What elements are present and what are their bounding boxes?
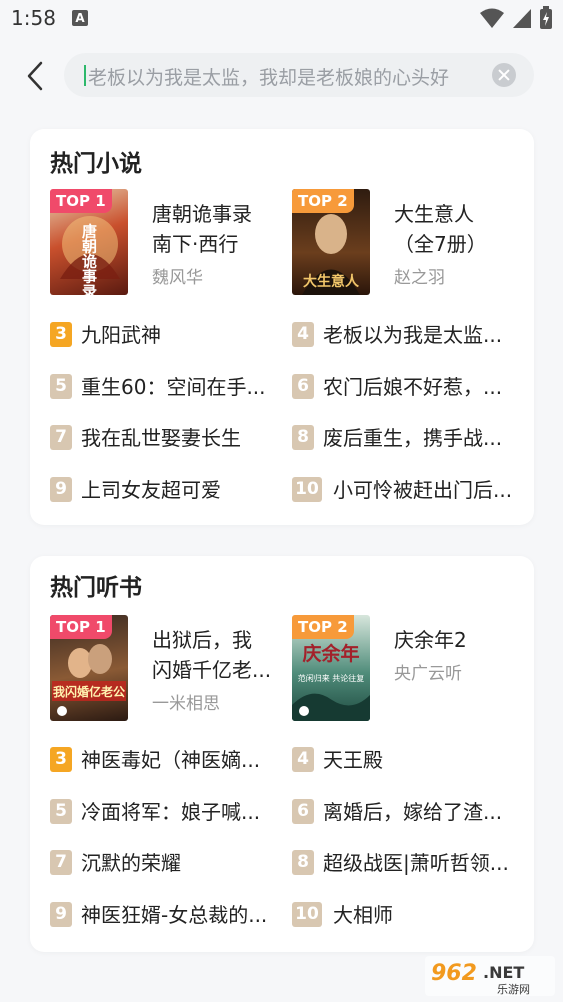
book-name: 超级战医|萧听哲领... [323,851,509,875]
book-title: 庆余年2 [394,628,467,652]
back-button[interactable] [18,57,52,95]
search-input[interactable]: 老板以为我是太监，我却是老板娘的心头好 [64,53,534,97]
list-item[interactable]: 8 废后重生，携手战... [292,423,517,453]
notification-a-icon: A [72,10,88,26]
section-title: 热门小说 [50,151,142,177]
book-name: 九阳武神 [81,323,161,347]
rank-number: 10 [292,902,322,927]
signal-icon [513,9,531,28]
rank-number: 6 [292,799,314,824]
book-title: 唐朝诡事录 南下·西行 [152,202,252,256]
book-author: 央广云听 [394,664,462,684]
rank-number: 8 [292,850,314,875]
cover-subtitle: 范闲归来 共论往复 [298,673,365,683]
list-item[interactable]: 8 超级战医|萧听哲领... [292,848,517,878]
rank-badge: TOP 1 [50,615,112,639]
book-name: 我在乱世娶妻长生 [81,426,241,450]
book-author: 一米相思 [152,694,220,714]
book-name: 小可怜被赶出门后... [333,478,513,502]
book-cover: 大生意人 TOP 2 [292,189,370,295]
book-cover: 唐朝诡事录 TOP 1 [50,189,128,295]
text-cursor [84,65,86,86]
list-item[interactable]: 6 农门后娘不好惹，... [292,372,517,402]
list-item[interactable]: 4 老板以为我是太监... [292,320,517,350]
book-title: 大生意人 （全7册） [394,202,487,256]
list-item[interactable]: 9 上司女友超可爱 [50,475,275,505]
battery-icon [540,6,552,29]
list-item[interactable]: 10 大相师 [292,900,517,930]
book-name: 神医毒妃（神医嫡... [81,748,261,772]
list-item[interactable]: 7 我在乱世娶妻长生 [50,423,275,453]
watermark-number: 962 [431,961,477,986]
top-book-1[interactable]: 唐朝诡事录 TOP 1 唐朝诡事录 南下·西行 魏风华 [50,189,270,299]
rank-number: 9 [50,902,72,927]
rank-number: 4 [292,747,314,772]
rank-number: 3 [50,747,72,772]
list-item[interactable]: 7 沉默的荣耀 [50,848,275,878]
hot-novels-card: 热门小说 唐朝诡事录 TOP 1 唐朝诡事录 南下·西行 魏风华 大生意人 TO… [30,129,534,525]
rank-number: 6 [292,374,314,399]
cover-title: 庆余年 [302,642,359,665]
status-time: 1:58 [11,6,56,30]
rank-badge: TOP 2 [292,189,354,213]
book-name: 天王殿 [323,748,383,772]
rank-number: 7 [50,850,72,875]
rank-number: 9 [50,477,72,502]
list-item[interactable]: 3 九阳武神 [50,320,275,350]
book-cover: 庆余年 范闲归来 共论往复 TOP 2 [292,615,370,721]
rank-number: 7 [50,425,72,450]
top-book-2[interactable]: 大生意人 TOP 2 大生意人 （全7册） 赵之羽 [292,189,512,299]
rank-number: 10 [292,477,322,502]
rank-badge: TOP 2 [292,615,354,639]
watermark-sub: 乐游网 [497,983,530,996]
wifi-icon [480,8,504,28]
rank-number: 3 [50,322,72,347]
book-author: 赵之羽 [394,268,445,288]
chevron-left-icon [27,61,43,91]
watermark-logo: 962 .NET 乐游网 [425,956,555,996]
book-name: 上司女友超可爱 [81,478,221,502]
rank-number: 8 [292,425,314,450]
status-bar: 1:58 A [0,0,563,40]
book-name: 重生60：空间在手... [81,375,266,399]
book-name: 离婚后，嫁给了渣... [323,800,503,824]
rank-number: 5 [50,799,72,824]
rank-badge: TOP 1 [50,189,112,213]
cover-title: 唐朝诡事录 [80,223,98,295]
book-cover: 我闪婚亿老公 TOP 1 [50,615,128,721]
book-name: 农门后娘不好惹，... [323,375,503,399]
rank-number: 5 [50,374,72,399]
list-item[interactable]: 10 小可怜被赶出门后... [292,475,517,505]
clear-icon[interactable] [492,63,516,87]
list-item[interactable]: 4 天王殿 [292,745,517,775]
book-title: 出狱后，我 闪婚千亿老... [152,628,272,682]
book-name: 大相师 [333,903,393,927]
section-title: 热门听书 [50,575,142,601]
hot-audiobooks-card: 热门听书 我闪婚亿老公 TOP 1 出狱后，我 闪婚千亿老... 一米相思 庆余… [30,556,534,952]
top-audiobook-1[interactable]: 我闪婚亿老公 TOP 1 出狱后，我 闪婚千亿老... 一米相思 [50,615,271,725]
list-item[interactable]: 5 冷面将军：娘子喊... [50,797,275,827]
list-item[interactable]: 9 神医狂婿-女总裁的... [50,900,275,930]
cover-title: 我闪婚亿老公 [53,684,125,699]
list-item[interactable]: 6 离婚后，嫁给了渣... [292,797,517,827]
rank-number: 4 [292,322,314,347]
book-author: 魏风华 [152,268,203,288]
cover-title: 大生意人 [303,273,360,290]
watermark-suffix: .NET [483,963,524,982]
status-icons [479,6,553,30]
book-name: 老板以为我是太监... [323,323,503,347]
top-audiobook-2[interactable]: 庆余年 范闲归来 共论往复 TOP 2 庆余年2 央广云听 [292,615,512,725]
list-item[interactable]: 3 神医毒妃（神医嫡... [50,745,275,775]
book-name: 冷面将军：娘子喊... [81,800,261,824]
book-name: 废后重生，携手战... [323,426,503,450]
list-item[interactable]: 5 重生60：空间在手... [50,372,275,402]
search-query-text: 老板以为我是太监，我却是老板娘的心头好 [88,67,450,89]
book-name: 沉默的荣耀 [81,851,181,875]
book-name: 神医狂婿-女总裁的... [81,903,268,927]
